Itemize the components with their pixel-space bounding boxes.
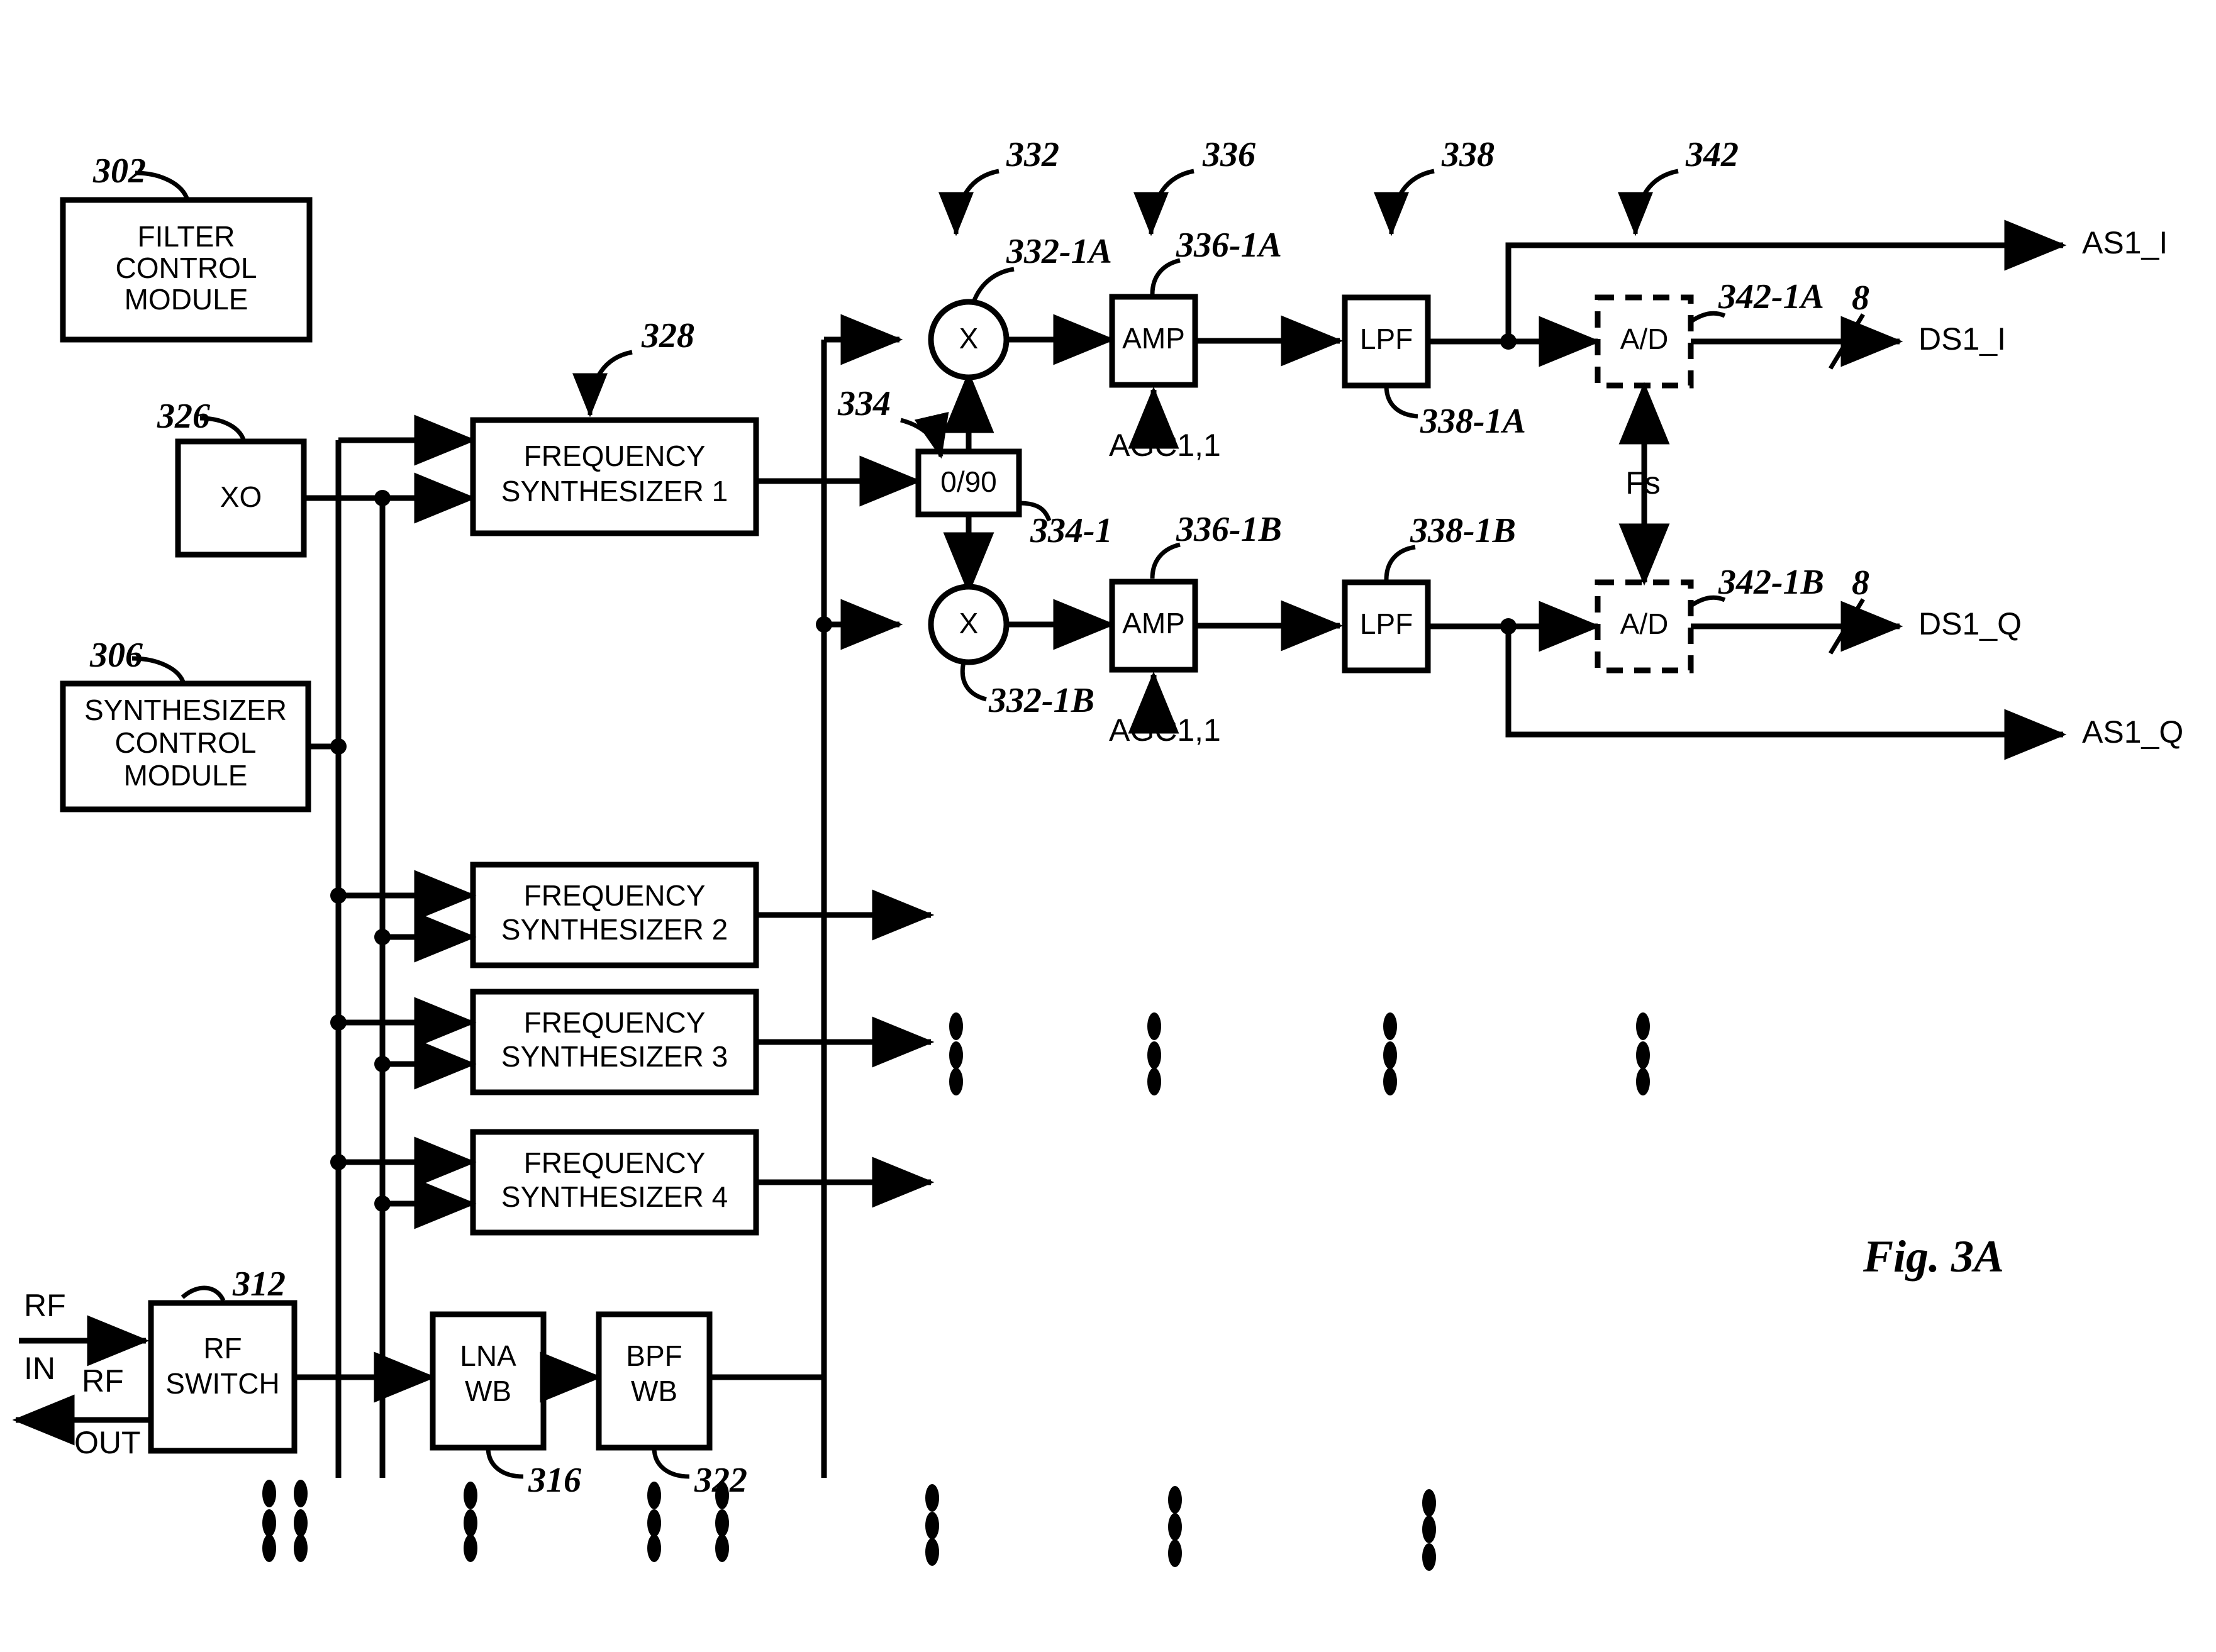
- ref-306: 306: [89, 636, 143, 675]
- ellipsis-bottom: [262, 1480, 1436, 1571]
- group-ref-332: 332: [938, 135, 1059, 236]
- rf-out-line2: OUT: [74, 1425, 141, 1460]
- lna-line2: WB: [465, 1375, 511, 1407]
- rf-in-line1: RF: [24, 1288, 66, 1323]
- amp-q-label: AMP: [1122, 607, 1185, 640]
- bpf-wb: BPF WB 322: [596, 1311, 747, 1500]
- bpf-line2: WB: [631, 1375, 677, 1407]
- adc-i-bus-width: 8: [1852, 279, 1869, 318]
- adc-q-bus-width: 8: [1852, 563, 1869, 602]
- rf-switch: RF SWITCH 312: [148, 1265, 298, 1454]
- filter-control-module-line1: FILTER: [137, 220, 235, 253]
- frequency-synthesizer-1: FREQUENCY SYNTHESIZER 1 328: [470, 316, 759, 536]
- patent-figure-3a: FILTER CONTROL MODULE 302 XO 326 SYNTHES…: [0, 0, 2216, 1652]
- filter-control-module-line3: MODULE: [125, 283, 248, 316]
- ref-316: 316: [528, 1461, 581, 1500]
- lpf-i: LPF 338-1A: [1342, 294, 1526, 441]
- frequency-synthesizer-2: FREQUENCY SYNTHESIZER 2: [338, 862, 935, 968]
- fs4-line2: SYNTHESIZER 4: [501, 1180, 728, 1213]
- ref-332: 332: [1006, 135, 1059, 174]
- group-ref-338: 338: [1374, 135, 1495, 236]
- rf-switch-line1: RF: [203, 1332, 242, 1365]
- fs-label: Fs: [1625, 465, 1661, 501]
- synthesizer-control-module: SYNTHESIZER CONTROL MODULE 306: [60, 636, 311, 812]
- xo-label: XO: [220, 480, 262, 513]
- xo-block: XO 326: [157, 397, 307, 558]
- fs1-inputs: [414, 414, 477, 524]
- fs3-line2: SYNTHESIZER 3: [501, 1040, 728, 1073]
- adc-i: A/D 342-1A 8: [1595, 277, 1903, 389]
- fs2-line1: FREQUENCY: [524, 879, 706, 912]
- fs3-line1: FREQUENCY: [524, 1006, 706, 1039]
- ref-334: 334: [837, 384, 891, 423]
- ref-338-1A: 338-1A: [1420, 402, 1526, 441]
- synth-control-line1: SYNTHESIZER: [84, 694, 287, 726]
- ref-342: 342: [1685, 135, 1739, 174]
- frequency-synthesizer-4: FREQUENCY SYNTHESIZER 4: [338, 1129, 935, 1236]
- ref-336-1B: 336-1B: [1176, 510, 1282, 549]
- out-ds1-q: DS1_Q: [1918, 606, 2022, 641]
- ref-342-1B: 342-1B: [1718, 563, 1824, 602]
- amp-q: AMP 336-1B AGC1,1: [1109, 510, 1344, 748]
- phase-shifter-label: 0/90: [940, 465, 997, 498]
- frequency-synthesizer-3: FREQUENCY SYNTHESIZER 3: [338, 989, 935, 1095]
- synth-control-line3: MODULE: [124, 759, 248, 792]
- lna-wb: LNA WB 316: [430, 1311, 581, 1500]
- ref-338: 338: [1441, 135, 1495, 174]
- bpf-line1: BPF: [626, 1339, 682, 1372]
- fs1-line2: SYNTHESIZER 1: [501, 475, 728, 507]
- ref-312: 312: [232, 1265, 286, 1304]
- out-ds1-i: DS1_I: [1918, 321, 2006, 357]
- out-as1-q: AS1_Q: [2082, 714, 2183, 750]
- mixer-i-label: X: [959, 322, 979, 355]
- figure-caption: Fig. 3A: [1862, 1231, 2004, 1282]
- ref-328: 328: [641, 316, 694, 355]
- rf-out-line1: RF: [82, 1363, 124, 1399]
- amp-i-agc-label: AGC1,1: [1109, 428, 1221, 463]
- rf-switch-line2: SWITCH: [165, 1367, 279, 1400]
- fs4-line1: FREQUENCY: [524, 1146, 706, 1179]
- ref-332-1B: 332-1B: [988, 681, 1094, 720]
- output-ports: AS1_I DS1_I DS1_Q AS1_Q: [1918, 225, 2183, 750]
- mixer-i: X 332-1A: [928, 232, 1116, 380]
- amp-i: AMP 336-1A AGC1,1: [1109, 226, 1344, 463]
- lpf-q: LPF 338-1B: [1342, 511, 1516, 674]
- ref-336: 336: [1202, 135, 1256, 174]
- ellipsis-middle-lpfs: [1383, 1012, 1397, 1095]
- ref-342-1A: 342-1A: [1718, 277, 1824, 316]
- ref-332-1A: 332-1A: [1006, 232, 1112, 271]
- adc-q-label: A/D: [1620, 607, 1669, 640]
- amp-q-agc-label: AGC1,1: [1109, 712, 1221, 748]
- ref-302: 302: [92, 152, 146, 191]
- group-ref-342: 342: [1618, 135, 1739, 236]
- ellipsis-middle-adcs: [1636, 1012, 1650, 1095]
- synth-control-line2: CONTROL: [115, 726, 257, 759]
- filter-control-module: FILTER CONTROL MODULE 302: [60, 152, 313, 343]
- lna-line1: LNA: [460, 1339, 516, 1372]
- ref-334-1: 334-1: [1030, 511, 1113, 550]
- fs2-line2: SYNTHESIZER 2: [501, 913, 728, 946]
- sample-clock-link: Fs: [1618, 382, 1670, 586]
- adc-i-label: A/D: [1620, 323, 1669, 355]
- mixer-q: X 332-1B: [928, 584, 1116, 720]
- ref-338-1B: 338-1B: [1410, 511, 1516, 550]
- group-ref-336: 336: [1133, 135, 1256, 236]
- ref-336-1A: 336-1A: [1176, 226, 1282, 265]
- lpf-i-label: LPF: [1360, 323, 1413, 355]
- lpf-q-label: LPF: [1360, 607, 1413, 640]
- amp-i-label: AMP: [1122, 322, 1185, 355]
- fs1-line1: FREQUENCY: [524, 440, 706, 472]
- mixer-q-label: X: [959, 607, 979, 640]
- filter-control-module-line2: CONTROL: [116, 252, 257, 284]
- rf-in-line2: IN: [24, 1351, 55, 1386]
- ellipsis-middle-amps: [1147, 1012, 1161, 1095]
- ellipsis-middle-mixers: [949, 1012, 963, 1095]
- out-as1-i: AS1_I: [2082, 225, 2168, 260]
- ref-326: 326: [157, 397, 210, 436]
